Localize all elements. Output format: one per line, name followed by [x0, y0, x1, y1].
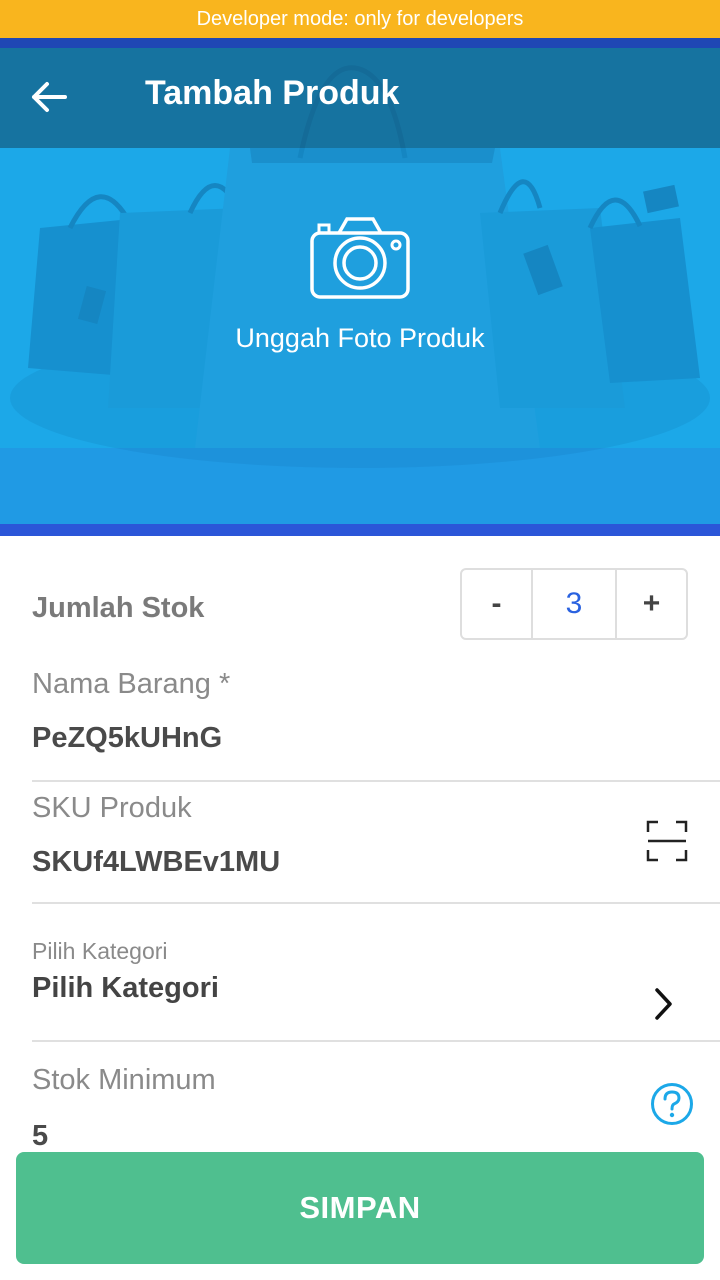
sku-field[interactable]: SKU Produk SKUf4LWBEv1MU — [32, 788, 720, 904]
stock-quantity-row: Jumlah Stok - 3 + — [32, 568, 688, 648]
divider — [32, 780, 720, 782]
upload-photo-label: Unggah Foto Produk — [235, 323, 485, 353]
camera-icon — [310, 217, 410, 299]
developer-mode-text: Developer mode: only for developers — [196, 7, 524, 30]
product-name-label: Nama Barang * — [32, 668, 231, 700]
sku-label: SKU Produk — [32, 792, 192, 824]
category-field[interactable]: Pilih Kategori Pilih Kategori — [32, 920, 720, 1044]
upload-photo-button[interactable]: Unggah Foto Produk — [160, 205, 560, 375]
arrow-left-icon — [32, 82, 67, 112]
stock-quantity-label: Jumlah Stok — [32, 592, 205, 624]
increment-button[interactable]: + — [617, 570, 686, 638]
divider — [32, 902, 720, 904]
barcode-scan-icon[interactable] — [646, 820, 688, 862]
developer-mode-banner: Developer mode: only for developers — [0, 0, 720, 38]
category-value[interactable]: Pilih Kategori — [32, 972, 219, 1005]
stock-stepper: - 3 + — [460, 568, 688, 640]
product-name-field[interactable]: Nama Barang * PeZQ5kUHnG — [32, 664, 720, 782]
help-icon[interactable] — [650, 1082, 694, 1126]
decrement-button[interactable]: - — [462, 570, 531, 638]
sku-value[interactable]: SKUf4LWBEv1MU — [32, 846, 280, 879]
min-stock-label: Stok Minimum — [32, 1064, 216, 1096]
min-stock-field[interactable]: Stok Minimum 5 — [32, 1062, 720, 1162]
status-divider — [0, 38, 720, 48]
chevron-right-icon — [655, 988, 672, 1020]
divider — [32, 1040, 720, 1042]
app-bar: Tambah Produk — [0, 48, 720, 148]
hero-bottom-border — [0, 524, 720, 536]
category-label: Pilih Kategori — [32, 938, 168, 964]
page-title: Tambah Produk — [145, 74, 400, 112]
back-button[interactable] — [24, 72, 74, 122]
product-name-value[interactable]: PeZQ5kUHnG — [32, 722, 222, 755]
min-stock-value[interactable]: 5 — [32, 1120, 48, 1153]
stock-quantity-input[interactable]: 3 — [531, 570, 617, 638]
save-button[interactable]: SIMPAN — [16, 1152, 704, 1264]
